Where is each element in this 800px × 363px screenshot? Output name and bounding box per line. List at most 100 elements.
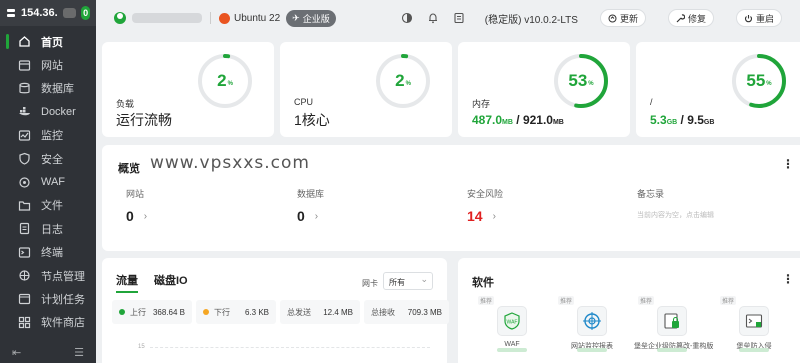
server-ip-redacted [62,8,77,18]
version-label[interactable]: (稳定版) v10.0.2-LTS [485,11,578,26]
memory-used: 487.0 [472,113,503,127]
database-icon [18,82,31,95]
load-card[interactable]: 2% 负载 运行流畅 [102,42,274,137]
sidebar-item-nodes[interactable]: 节点管理 [0,264,96,287]
sidebar-item-security[interactable]: 安全 [0,147,96,170]
load-status: 运行流畅 [116,112,172,128]
restart-button-label: 重启 [755,13,774,24]
nic-select[interactable]: 所有 [383,272,433,290]
cpu-label: CPU [294,97,314,107]
sidebar-item-website[interactable]: 网站 [0,53,96,76]
overview-security-risk[interactable]: 安全风险 14 › [467,187,503,224]
sidebar-item-label: 安全 [41,153,63,166]
theme-icon[interactable] [401,12,413,24]
sidebar-item-label: WAF [41,176,66,189]
topbar-actions: (稳定版) v10.0.2-LTS 更新 修复 重启 [401,9,788,27]
overview-websites-count: 0 [126,208,134,224]
sidebar-item-store[interactable]: 软件商店 [0,311,96,334]
sidebar-item-cron[interactable]: 计划任务 [0,287,96,310]
software-more-icon[interactable]: ⋮ [782,272,794,286]
sidebar-item-waf[interactable]: WAF [0,170,96,193]
memory-percent: 53 [568,71,588,90]
log-icon [18,222,31,235]
recommend-tag: 推荐 [478,296,495,305]
overview-databases-count: 0 [297,208,305,224]
anti-tamper-icon [657,306,687,336]
sidebar-item-database[interactable]: 数据库 [0,77,96,100]
topbar: Ubuntu 22 ✈ 企业版 (稳定版) v10.0.2-LTS 更新 修复 … [100,6,800,30]
sidebar-item-logs[interactable]: 日志 [0,217,96,240]
sidebar-item-label: 节点管理 [41,270,85,283]
sidebar-item-home[interactable]: 首页 [0,30,96,53]
sidebar-item-docker[interactable]: Docker [0,100,96,123]
calendar-icon [18,292,31,305]
avatar[interactable] [114,12,126,24]
cpu-percent-unit: % [405,81,411,87]
disk-used-unit: GB [666,119,678,126]
overview-memo[interactable]: 备忘录 当前内容为空，点击编辑 [637,187,714,220]
cpu-card[interactable]: 2% CPU 1核心 [280,42,452,137]
intrusion-icon [739,306,769,336]
overview-memo-label: 备忘录 [637,189,665,199]
disk-mount-label: / [650,97,653,107]
tab-disk-io[interactable]: 磁盘IO [154,272,188,293]
bell-icon[interactable] [427,12,439,24]
chart-y-tick: 15 [138,344,145,350]
update-icon [608,14,617,22]
chevron-right-icon: › [314,210,319,222]
edition-badge-label: 企业版 [302,13,330,24]
software-item-waf[interactable]: 推荐 WAF WAF [474,296,550,348]
collapse-sidebar-icon[interactable]: ⇤ [12,346,21,359]
memory-used-unit: MB [502,119,513,126]
alert-count-badge[interactable]: 0 [81,6,90,20]
disk-percent: 55 [746,71,766,90]
wrench-icon [676,13,685,22]
scroll-hint [657,348,687,352]
sidebar-item-monitor[interactable]: 监控 [0,124,96,147]
memory-card[interactable]: 53% 内存 487.0MB / 921.0MB [458,42,630,137]
traffic-panel: 流量 磁盘IO 网卡 所有 上行 368.64 B 下行 6.3 KB 总发送 … [102,258,449,363]
sidebar-item-label: 计划任务 [41,293,85,306]
sidebar-footer: ⇤ ☰ [0,346,96,359]
software-item-monitor-report[interactable]: 推荐 网站监控报表 [554,296,630,351]
server-header[interactable]: 154.36. 0 [0,0,96,26]
software-item-intrusion[interactable]: 推荐 堡垒防入侵 [716,296,792,351]
disk-card[interactable]: 55% / 5.3GB / 9.5GB [636,42,800,137]
menu-settings-icon[interactable]: ☰ [74,346,84,359]
edition-badge[interactable]: ✈ 企业版 [286,9,336,27]
sidebar-item-terminal[interactable]: 终端 [0,241,96,264]
notes-icon[interactable] [453,12,465,24]
globe-icon [18,59,31,72]
chevron-right-icon: › [492,210,496,222]
scroll-hint [497,348,527,352]
disk-usage: 5.3GB / 9.5GB [650,113,714,127]
disk-gauge: 55% [728,50,790,112]
sidebar-item-label: 软件商店 [41,317,85,330]
username-redacted [132,13,202,23]
sidebar-item-files[interactable]: 文件 [0,194,96,217]
server-ip: 154.36. [21,7,58,19]
repair-button[interactable]: 修复 [667,9,714,27]
update-button[interactable]: 更新 [599,9,646,27]
update-button-label: 更新 [619,13,638,24]
load-gauge: 2% [194,50,256,112]
download-stat: 下行 6.3 KB [196,300,276,324]
software-item-anti-tamper[interactable]: 推荐 堡垒企业级防篡改-重构版 [634,296,713,351]
overview-more-icon[interactable]: ⋮ [782,157,794,171]
download-dot [203,309,209,316]
overview-memo-placeholder: 当前内容为空，点击编辑 [637,212,714,219]
memory-label: 内存 [472,99,491,109]
watermark-text: www.vpsxxs.com [150,153,310,173]
sidebar-item-label: 数据库 [41,83,74,96]
overview-security-count: 14 [467,208,483,224]
restart-button[interactable]: 重启 [735,9,782,27]
overview-databases[interactable]: 数据库 0 › [297,187,324,224]
load-percent: 2 [217,71,227,90]
overview-panel: 概览 www.vpsxxs.com ⋮ 网站 0 › 数据库 0 › 安全风险 14… [102,145,800,251]
memory-gauge: 53% [550,50,612,112]
total-recv-stat: 总接收 709.3 MB [364,300,449,324]
recommend-tag: 推荐 [638,296,655,305]
software-item-name: WAF [504,341,520,348]
tab-traffic[interactable]: 流量 [116,272,138,293]
overview-websites[interactable]: 网站 0 › [126,187,147,224]
